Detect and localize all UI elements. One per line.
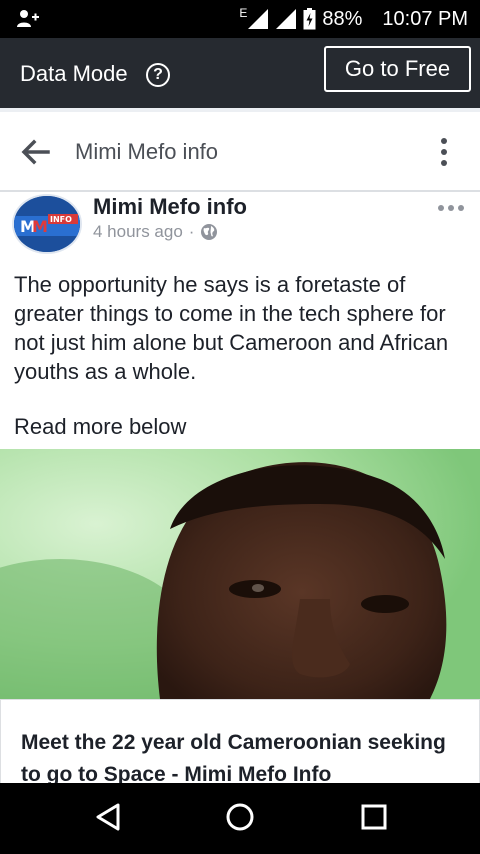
post-more-icon[interactable] (436, 202, 466, 214)
home-circle-icon[interactable] (224, 801, 256, 833)
link-preview-card[interactable]: Meet the 22 year old Cameroonian seeking… (0, 699, 480, 783)
status-bar: E 88% 10:07 PM (0, 0, 480, 38)
network-type-label: E (239, 6, 248, 20)
page-title: Mimi Mefo info (75, 139, 219, 164)
post-body: The opportunity he says is a foretaste o… (14, 272, 449, 384)
avatar[interactable]: M M INFO (12, 194, 82, 254)
post-meta: 4 hours ago · (93, 222, 218, 242)
recents-square-icon[interactable] (358, 801, 390, 833)
status-time: 10:07 PM (382, 7, 468, 30)
battery-icon (303, 8, 316, 30)
data-mode-bar: Data Mode ? Go to Free (0, 38, 480, 108)
post-author[interactable]: Mimi Mefo info (93, 194, 247, 220)
back-arrow-icon[interactable] (20, 138, 50, 166)
status-right: E 88% 10:07 PM (239, 0, 468, 38)
page-header: Mimi Mefo info (0, 112, 480, 192)
post-time[interactable]: 4 hours ago (93, 222, 183, 242)
page-logo-icon: M M INFO (14, 196, 80, 252)
link-title[interactable]: Meet the 22 year old Cameroonian seeking… (21, 727, 471, 783)
svg-text:M: M (32, 217, 48, 236)
svg-text:INFO: INFO (50, 215, 72, 224)
meta-separator: · (188, 222, 195, 241)
back-triangle-icon[interactable] (92, 801, 124, 833)
signal-icon (276, 9, 297, 29)
system-nav-bar (0, 783, 480, 854)
portrait-image (0, 449, 480, 699)
help-icon[interactable]: ? (146, 63, 170, 87)
signal-icon (248, 9, 269, 29)
post: M M INFO Mimi Mefo info 4 hours ago · Th… (0, 192, 480, 449)
battery-percent: 88% (322, 7, 363, 30)
read-more-text: Read more below (14, 414, 187, 439)
add-user-icon (17, 10, 39, 27)
data-mode-label: Data Mode (20, 61, 128, 86)
post-photo[interactable] (0, 449, 480, 699)
more-vert-icon[interactable] (434, 136, 454, 168)
go-to-free-button[interactable]: Go to Free (324, 46, 471, 92)
globe-icon (201, 224, 218, 240)
